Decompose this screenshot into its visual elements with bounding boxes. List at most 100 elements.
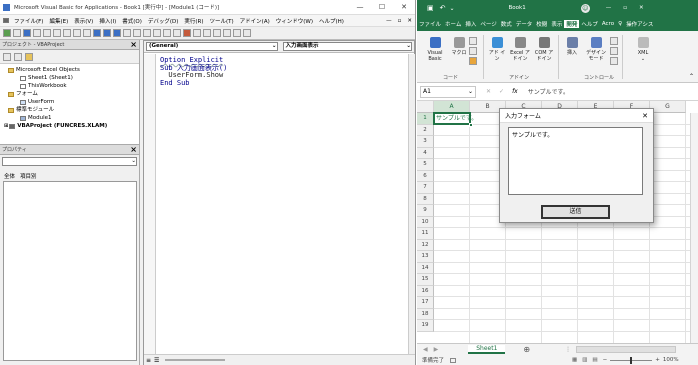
row-header-7[interactable]: 7 <box>417 182 434 194</box>
insert-function-icon[interactable]: fx <box>512 88 518 95</box>
tree-node-modules[interactable]: 標準モジュール <box>4 106 139 114</box>
indent-icon[interactable] <box>183 29 191 37</box>
tree-node-excel-objects[interactable]: Microsoft Excel Objects <box>4 66 139 74</box>
properties-grid[interactable] <box>3 181 137 361</box>
menu-edit[interactable]: 編集(E) <box>46 17 71 25</box>
save-icon[interactable] <box>23 29 31 37</box>
toggle-folders-icon[interactable] <box>25 52 33 61</box>
code-editor[interactable]: Option Explicit Sub 入力画面表示() UserForm.Sh… <box>160 56 227 87</box>
row-header-15[interactable]: 15 <box>417 274 434 286</box>
qat-dropdown-icon[interactable]: ⌄ <box>450 5 455 12</box>
row-header-17[interactable]: 17 <box>417 297 434 309</box>
row-header-12[interactable]: 12 <box>417 239 434 251</box>
menu-tools[interactable]: ツール(T) <box>207 17 237 25</box>
expand-plus-icon[interactable]: ⊞ <box>4 122 8 130</box>
project-explorer-close-icon[interactable]: × <box>130 40 137 49</box>
excel-restore-icon[interactable]: ▫ <box>623 5 627 11</box>
menu-run[interactable]: 実行(R) <box>181 17 206 25</box>
help-icon[interactable] <box>173 29 181 37</box>
run-icon[interactable] <box>93 29 101 37</box>
tab-alphabetic[interactable]: 全体 <box>4 172 15 180</box>
zoom-in-icon[interactable]: + <box>655 357 660 363</box>
tree-node-funcres[interactable]: ⊞ VBAProject (FUNCRES.XLAM) <box>4 122 139 130</box>
insert-control-button[interactable]: 挿入 <box>561 37 583 56</box>
procedure-combo[interactable]: 入力画面表示 ⌄ <box>282 42 412 51</box>
lightbulb-icon[interactable]: ♀ <box>616 21 624 27</box>
view-excel-icon[interactable] <box>3 29 11 37</box>
redo-icon[interactable] <box>83 29 91 37</box>
run-dialog-icon[interactable] <box>610 57 618 65</box>
menu-format[interactable]: 書式(O) <box>119 17 145 25</box>
enter-icon[interactable]: ✓ <box>499 88 504 95</box>
undo-icon[interactable] <box>73 29 81 37</box>
row-header-4[interactable]: 4 <box>417 147 434 159</box>
object-browser-icon[interactable] <box>153 29 161 37</box>
next-bookmark-icon[interactable] <box>243 29 251 37</box>
com-addin-button[interactable]: COM アドイン <box>533 37 555 62</box>
tree-node-sheet1[interactable]: Sheet1 (Sheet1) <box>4 74 139 82</box>
tab-split-icon[interactable]: ⋮ <box>565 346 571 353</box>
object-combo[interactable]: (General) ⌄ <box>146 42 278 51</box>
minimize-icon[interactable]: — <box>349 3 371 11</box>
macro-button[interactable]: マクロ <box>451 37 467 56</box>
code-vertical-scrollbar[interactable] <box>408 54 415 354</box>
cancel-icon[interactable]: ✕ <box>486 88 491 95</box>
xml-button[interactable]: XML ⌄ <box>632 37 654 62</box>
design-mode-button[interactable]: デザイン モード <box>584 37 608 62</box>
tab-developer[interactable]: 開発 <box>564 19 580 28</box>
menu-insert[interactable]: 挿入(I) <box>96 17 119 25</box>
row-header-2[interactable]: 2 <box>417 124 434 136</box>
design-mode-icon[interactable] <box>123 29 131 37</box>
column-header-g[interactable]: G <box>650 101 686 113</box>
excel-addin-button[interactable]: Excel アドイン <box>509 37 531 62</box>
mdi-minimize-icon[interactable]: — <box>383 18 395 24</box>
ribbon-collapse-icon[interactable]: ⌃ <box>689 73 694 80</box>
row-header-18[interactable]: 18 <box>417 308 434 320</box>
tab-help[interactable]: ヘルプ <box>579 20 600 28</box>
tree-node-forms[interactable]: フォーム <box>4 90 139 98</box>
row-header-14[interactable]: 14 <box>417 262 434 274</box>
cut-icon[interactable] <box>33 29 41 37</box>
bookmark-icon[interactable] <box>233 29 241 37</box>
row-header-5[interactable]: 5 <box>417 159 434 171</box>
account-avatar[interactable]: ☺ <box>580 3 590 13</box>
row-header-8[interactable]: 8 <box>417 193 434 205</box>
page-layout-icon[interactable]: ▥ <box>582 357 587 363</box>
zoom-level[interactable]: 100% <box>663 357 679 363</box>
tab-page[interactable]: ページ <box>478 20 498 28</box>
normal-view-icon[interactable]: ▦ <box>572 357 577 363</box>
menu-addins[interactable]: アドイン(A) <box>237 17 273 25</box>
outdent-icon[interactable] <box>193 29 201 37</box>
macro-record-icon[interactable] <box>450 357 457 363</box>
comment-block-icon[interactable] <box>213 29 221 37</box>
break-icon[interactable] <box>103 29 111 37</box>
vertical-scrollbar[interactable] <box>690 113 698 343</box>
tab-acrobat[interactable]: Acro <box>600 21 616 27</box>
mdi-restore-icon[interactable]: ▫ <box>395 18 405 24</box>
tree-node-thisworkbook[interactable]: ThisWorkbook <box>4 82 139 90</box>
row-header-3[interactable]: 3 <box>417 136 434 148</box>
view-code-icon[interactable] <box>610 47 618 55</box>
excel-close-icon[interactable]: ✕ <box>639 5 644 11</box>
copy-icon[interactable] <box>43 29 51 37</box>
formula-input[interactable]: サンプルです。 <box>528 87 569 96</box>
row-header-9[interactable]: 9 <box>417 205 434 217</box>
module-view-icon[interactable]: ☰ <box>154 357 159 364</box>
cell-a1[interactable]: サンプルです。 <box>433 112 477 125</box>
macro-security-icon[interactable] <box>469 57 477 65</box>
save-icon[interactable]: ▣ <box>427 4 434 12</box>
close-icon[interactable]: ✕ <box>393 3 415 11</box>
menu-help[interactable]: ヘルプ(H) <box>316 17 347 25</box>
row-header-6[interactable]: 6 <box>417 170 434 182</box>
page-break-icon[interactable]: ▤ <box>592 357 597 363</box>
next-sheet-icon[interactable]: ▶ <box>434 346 439 353</box>
properties-icon[interactable] <box>610 37 618 45</box>
mdi-close-icon[interactable]: ✕ <box>404 18 415 24</box>
maximize-icon[interactable]: ☐ <box>371 3 393 11</box>
zoom-out-icon[interactable]: − <box>603 357 608 363</box>
find-icon[interactable] <box>63 29 71 37</box>
record-macro-icon[interactable] <box>469 37 477 45</box>
select-all-corner[interactable] <box>417 101 434 113</box>
userform-close-icon[interactable]: ✕ <box>642 112 648 120</box>
name-box[interactable]: A1 ⌄ <box>420 85 476 98</box>
